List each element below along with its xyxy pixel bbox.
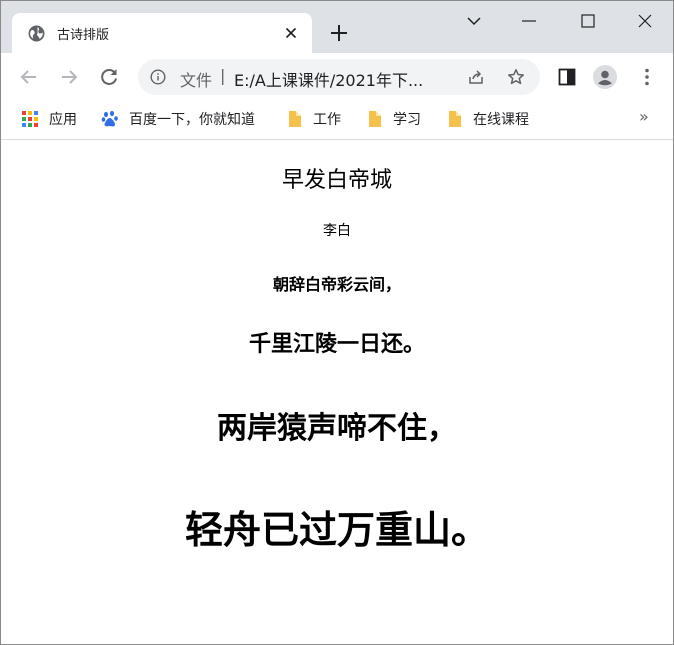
- bookmark-label: 百度一下，你就知道: [129, 112, 255, 128]
- tab-title: 古诗排版: [57, 28, 110, 43]
- browser-window: 古诗排版 文件 | E:/A上课课件/2021年下... 应用 百度一下，你就知…: [0, 0, 674, 645]
- profile-avatar-icon[interactable]: [593, 65, 617, 89]
- back-arrow-icon[interactable]: [17, 65, 41, 89]
- address-bar[interactable]: 文件 | E:/A上课课件/2021年下...: [138, 59, 540, 95]
- poem-author: 李白: [323, 223, 351, 239]
- baidu-paw-icon: [101, 110, 118, 127]
- bookmark-label: 学习: [393, 112, 421, 128]
- more-vertical-icon[interactable]: [635, 65, 659, 89]
- chevron-down-icon[interactable]: [462, 9, 486, 33]
- share-icon[interactable]: [467, 68, 485, 86]
- bookmark-folder-work[interactable]: 工作: [287, 109, 341, 129]
- poem-line-2: 千里江陵一日还。: [248, 332, 425, 357]
- poem-line-3: 两岸猿声啼不住，: [217, 411, 457, 446]
- info-icon[interactable]: [150, 69, 166, 85]
- url-separator: |: [220, 66, 226, 85]
- folder-icon: [449, 111, 461, 127]
- forward-arrow-icon[interactable]: [57, 65, 81, 89]
- poem-line-1: 朝辞白帝彩云间，: [272, 275, 401, 294]
- globe-icon: [28, 25, 45, 42]
- side-panel-icon[interactable]: [555, 65, 579, 89]
- poem-title: 早发白帝城: [281, 168, 392, 193]
- new-tab-button[interactable]: [328, 22, 350, 44]
- poem-line-4: 轻舟已过万重山。: [184, 508, 489, 552]
- bookmark-label: 在线课程: [473, 112, 529, 128]
- apps-grid-icon: [22, 111, 38, 127]
- bookmarks-bar: 应用 百度一下，你就知道 工作 学习 在线课程 »: [1, 101, 673, 140]
- close-icon[interactable]: [283, 25, 299, 41]
- bookmark-label: 工作: [313, 112, 341, 128]
- reload-icon[interactable]: [97, 65, 121, 89]
- bookmark-apps[interactable]: 应用: [21, 109, 77, 129]
- bookmark-folder-online-courses[interactable]: 在线课程: [447, 109, 529, 129]
- toolbar: 文件 | E:/A上课课件/2021年下...: [1, 53, 673, 101]
- tab-active[interactable]: 古诗排版: [12, 13, 312, 53]
- minimize-button[interactable]: [517, 9, 541, 33]
- tab-strip: 古诗排版: [1, 1, 673, 53]
- star-icon[interactable]: [507, 68, 525, 86]
- url-scheme-label: 文件: [180, 71, 213, 90]
- bookmark-baidu[interactable]: 百度一下，你就知道: [101, 109, 255, 129]
- folder-icon: [289, 111, 301, 127]
- folder-icon: [369, 111, 381, 127]
- url-text[interactable]: E:/A上课课件/2021年下...: [234, 67, 423, 91]
- bookmark-folder-study[interactable]: 学习: [367, 109, 421, 129]
- window-close-button[interactable]: [633, 9, 657, 33]
- bookmark-label: 应用: [49, 112, 77, 128]
- maximize-button[interactable]: [576, 9, 600, 33]
- page-content: 早发白帝城 李白 朝辞白帝彩云间， 千里江陵一日还。 两岸猿声啼不住， 轻舟已过…: [1, 140, 673, 644]
- bookmarks-overflow-button[interactable]: »: [639, 107, 649, 126]
